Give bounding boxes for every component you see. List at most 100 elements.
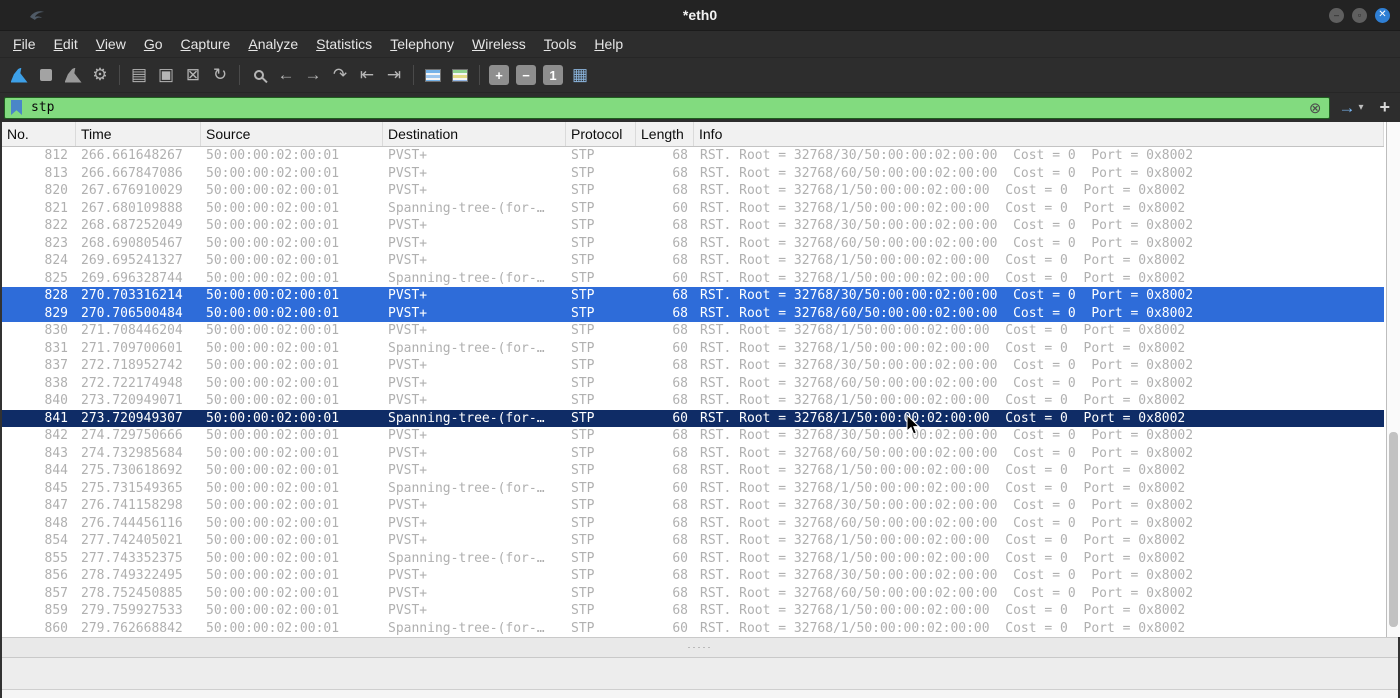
packet-row-813[interactable]: 813 266.667847086 50:00:00:02:00:01 PVST+ ST… xyxy=(2,165,1384,183)
packet-row-860[interactable]: 860 279.762668842 50:00:00:02:00:01 Spannin… xyxy=(2,620,1384,638)
menu-analyze[interactable]: Analyze xyxy=(239,31,307,57)
packet-row-829[interactable]: 829 270.706500484 50:00:00:02:00:01 PVST+ ST… xyxy=(2,304,1384,322)
menu-wireless[interactable]: Wireless xyxy=(463,31,535,57)
packet-row-824[interactable]: 824 269.695241327 50:00:00:02:00:01 PVST+ ST… xyxy=(2,252,1384,270)
zoom-out-icon[interactable]: − xyxy=(516,65,536,85)
zoom-original-icon[interactable]: 1 xyxy=(543,65,563,85)
vertical-scrollbar[interactable] xyxy=(1386,122,1400,637)
menu-statistics[interactable]: Statistics xyxy=(307,31,381,57)
packet-row-842[interactable]: 842 274.729750666 50:00:00:02:00:01 PVST+ ST… xyxy=(2,427,1384,445)
packet-row-854[interactable]: 854 277.742405021 50:00:00:02:00:01 PVST+ ST… xyxy=(2,532,1384,550)
packet-row-823[interactable]: 823 268.690805467 50:00:00:02:00:01 PVST+ ST… xyxy=(2,235,1384,253)
packet-row-859[interactable]: 859 279.759927533 50:00:00:02:00:01 PVST+ ST… xyxy=(2,602,1384,620)
cell-len: 68 xyxy=(672,288,688,303)
column-header-no[interactable]: No. xyxy=(2,122,76,146)
cell-info: RST. Root = 32768/1/50:00:00:02:00:00 Co… xyxy=(700,620,1186,636)
maximize-button[interactable]: ▫ xyxy=(1352,7,1367,23)
go-back-icon[interactable]: ← xyxy=(273,62,299,88)
packet-row-825[interactable]: 825 269.696328744 50:00:00:02:00:01 Spannin… xyxy=(2,270,1384,288)
column-header-protocol[interactable]: Protocol xyxy=(566,122,636,146)
status-bar xyxy=(2,689,1398,698)
menu-edit[interactable]: Edit xyxy=(45,31,87,57)
filter-clear-icon[interactable]: ⊗ xyxy=(1307,99,1324,117)
cell-proto: STP xyxy=(571,515,595,531)
cell-dst: PVST+ xyxy=(388,358,428,373)
cell-dst: PVST+ xyxy=(388,568,428,583)
packet-row-831[interactable]: 831 271.709700601 50:00:00:02:00:01 Spannin… xyxy=(2,340,1384,358)
open-file-icon[interactable]: ▤ xyxy=(126,62,152,88)
menu-view[interactable]: View xyxy=(87,31,135,57)
column-header-time[interactable]: Time xyxy=(76,122,201,146)
packet-row-855[interactable]: 855 277.743352375 50:00:00:02:00:01 Spannin… xyxy=(2,550,1384,568)
cell-dst: PVST+ xyxy=(388,165,428,181)
cell-len: 68 xyxy=(672,585,688,601)
cell-no: 820 xyxy=(44,183,68,198)
packet-row-841[interactable]: 841 273.720949307 50:00:00:02:00:01 Spannin… xyxy=(2,409,1384,427)
capture-options-icon[interactable]: ⚙ xyxy=(87,62,113,88)
reload-file-icon[interactable]: ↻ xyxy=(207,62,233,88)
packet-row-820[interactable]: 820 267.676910029 50:00:00:02:00:01 PVST+ ST… xyxy=(2,182,1384,200)
go-last-icon[interactable]: ⇥ xyxy=(381,62,407,88)
zoom-in-icon[interactable]: + xyxy=(489,65,509,85)
cell-info: RST. Root = 32768/60/50:00:00:02:00:00 C… xyxy=(700,305,1194,321)
packet-row-848[interactable]: 848 276.744456116 50:00:00:02:00:01 PVST+ ST… xyxy=(2,515,1384,533)
cell-info: RST. Root = 32768/60/50:00:00:02:00:00 C… xyxy=(700,165,1194,181)
close-button[interactable]: ✕ xyxy=(1375,7,1390,23)
auto-scroll-icon[interactable] xyxy=(420,62,446,88)
filter-apply-button[interactable]: → ▾ xyxy=(1336,98,1365,118)
resize-columns-icon[interactable]: ▦ xyxy=(567,62,593,88)
packet-row-843[interactable]: 843 274.732985684 50:00:00:02:00:01 PVST+ ST… xyxy=(2,445,1384,463)
display-filter-input[interactable] xyxy=(29,99,1307,116)
packet-row-830[interactable]: 830 271.708446204 50:00:00:02:00:01 PVST+ ST… xyxy=(2,322,1384,340)
packet-row-821[interactable]: 821 267.680109888 50:00:00:02:00:01 Spannin… xyxy=(2,200,1384,218)
cell-src: 50:00:00:02:00:01 xyxy=(206,288,340,303)
cell-proto: STP xyxy=(571,165,595,181)
display-filter-box[interactable]: ⊗ xyxy=(4,96,1331,119)
column-header-info[interactable]: Info xyxy=(694,122,1384,146)
menu-capture[interactable]: Capture xyxy=(172,31,240,57)
go-first-icon[interactable]: ⇤ xyxy=(354,62,380,88)
cell-src: 50:00:00:02:00:01 xyxy=(206,235,340,251)
packet-row-844[interactable]: 844 275.730618692 50:00:00:02:00:01 PVST+ ST… xyxy=(2,462,1384,480)
go-to-packet-icon[interactable]: ↷ xyxy=(327,62,353,88)
packet-row-837[interactable]: 837 272.718952742 50:00:00:02:00:01 PVST+ ST… xyxy=(2,357,1384,375)
add-filter-button[interactable]: + xyxy=(1375,97,1394,118)
stop-capture-icon[interactable] xyxy=(33,62,59,88)
cell-time: 273.720949307 xyxy=(81,410,183,426)
minimize-button[interactable]: – xyxy=(1329,7,1344,23)
menu-file[interactable]: File xyxy=(4,31,45,57)
start-capture-icon[interactable] xyxy=(6,62,32,88)
find-packet-icon[interactable] xyxy=(246,62,272,88)
pane-splitter[interactable]: ····· xyxy=(2,637,1398,658)
filter-apply-arrow-icon: → xyxy=(1338,97,1356,117)
packet-row-840[interactable]: 840 273.720949071 50:00:00:02:00:01 PVST+ ST… xyxy=(2,392,1384,410)
save-file-icon[interactable]: ▣ xyxy=(153,62,179,88)
packet-row-845[interactable]: 845 275.731549365 50:00:00:02:00:01 Spannin… xyxy=(2,480,1384,498)
scrollbar-handle[interactable] xyxy=(1389,432,1398,627)
filter-bookmark-icon[interactable] xyxy=(11,100,22,115)
packet-row-838[interactable]: 838 272.722174948 50:00:00:02:00:01 PVST+ ST… xyxy=(2,375,1384,393)
packet-row-856[interactable]: 856 278.749322495 50:00:00:02:00:01 PVST+ ST… xyxy=(2,567,1384,585)
packet-row-828[interactable]: 828 270.703316214 50:00:00:02:00:01 PVST+ ST… xyxy=(2,287,1384,305)
packet-row-812[interactable]: 812 266.661648267 50:00:00:02:00:01 PVST+ ST… xyxy=(2,147,1384,165)
menu-telephony[interactable]: Telephony xyxy=(381,31,463,57)
cell-no: 828 xyxy=(44,288,68,303)
packet-row-847[interactable]: 847 276.741158298 50:00:00:02:00:01 PVST+ ST… xyxy=(2,497,1384,515)
menu-help[interactable]: Help xyxy=(585,31,632,57)
column-header-length[interactable]: Length xyxy=(636,122,694,146)
cell-time: 271.709700601 xyxy=(81,340,183,356)
cell-len: 68 xyxy=(672,428,688,443)
window-content: No. Time Source Destination Protocol Length In… xyxy=(0,122,1400,698)
menu-go[interactable]: Go xyxy=(135,31,172,57)
close-file-icon[interactable]: ⊠ xyxy=(180,62,206,88)
menu-tools[interactable]: Tools xyxy=(535,31,586,57)
colorize-icon[interactable] xyxy=(447,62,473,88)
cell-len: 60 xyxy=(672,550,688,566)
cell-dst: PVST+ xyxy=(388,305,428,321)
packet-row-857[interactable]: 857 278.752450885 50:00:00:02:00:01 PVST+ ST… xyxy=(2,585,1384,603)
column-header-destination[interactable]: Destination xyxy=(383,122,566,146)
go-forward-icon[interactable]: → xyxy=(300,62,326,88)
restart-capture-icon[interactable] xyxy=(60,62,86,88)
column-header-source[interactable]: Source xyxy=(201,122,383,146)
packet-row-822[interactable]: 822 268.687252049 50:00:00:02:00:01 PVST+ ST… xyxy=(2,217,1384,235)
